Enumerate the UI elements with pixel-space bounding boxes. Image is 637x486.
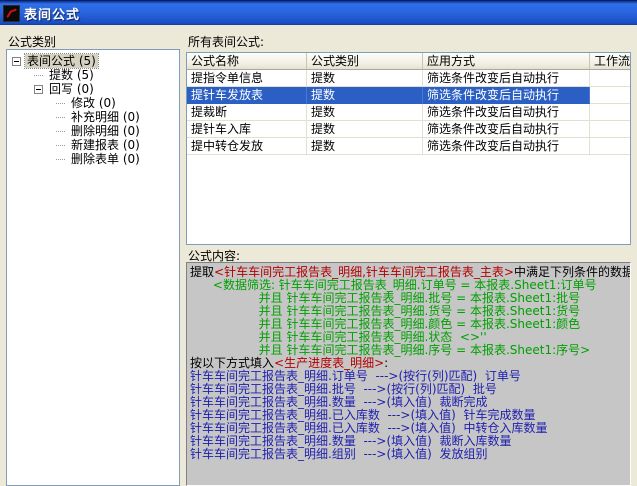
tree-connector <box>56 159 65 160</box>
table-cell <box>590 87 630 104</box>
formula-text-segment: <生产进度表_明细> <box>274 356 384 370</box>
table-cell: 筛选条件改变后自动执行 <box>423 121 590 138</box>
category-panel-label: 公式类别 <box>8 33 56 50</box>
tree-expander-icon[interactable] <box>34 85 43 94</box>
app-icon <box>3 5 20 22</box>
formula-text-segment: 并且 针车车间完工报告表_明细.状态 <>'' <box>190 330 487 344</box>
formula-text-segment: 针车车间完工报告表_明细.批号 --->(按行(列)匹配) 批号 <box>190 382 497 396</box>
formula-text-segment: 并且 针车车间完工报告表_明细.货号 = 本报表.Sheet1:货号 <box>190 304 580 318</box>
table-row[interactable]: 提针车发放表提数筛选条件改变后自动执行 <box>187 87 630 104</box>
table-cell: 提针车发放表 <box>187 87 307 104</box>
tree-connector <box>56 145 65 146</box>
table-cell: 提裁断 <box>187 104 307 121</box>
tree-connector <box>34 75 43 76</box>
column-header[interactable]: 工作流 <box>590 53 630 70</box>
formula-text-segment: 针车车间完工报告表_明细.组别 --->(填入值) 发放组别 <box>190 447 487 461</box>
formula-list-header[interactable]: 公式名称公式类别应用方式工作流 <box>187 53 630 70</box>
table-row[interactable]: 提指令单信息提数筛选条件改变后自动执行 <box>187 70 630 87</box>
table-cell: 筛选条件改变后自动执行 <box>423 87 590 104</box>
table-cell: 提数 <box>307 104 423 121</box>
column-header[interactable]: 公式类别 <box>307 53 423 70</box>
formula-text-segment: 针车车间完工报告表_明细.订单号 --->(按行(列)匹配) 订单号 <box>190 369 521 383</box>
table-cell: 提中转仓发放 <box>187 138 307 155</box>
category-tree[interactable]: 表间公式 (5)提数 (5)回写 (0)修改 (0)补充明细 (0)删除明细 (… <box>6 49 180 486</box>
formula-text-segment: 并且 针车车间完工报告表_明细.批号 = 本报表.Sheet1:批号 <box>190 291 580 305</box>
formula-content-box[interactable]: 提取<针车车间完工报告表_明细,针车车间完工报告表_主表>中满足下列条件的数据:… <box>186 262 631 486</box>
tree-item[interactable]: 回写 (0) <box>7 82 179 96</box>
table-cell: 提数 <box>307 87 423 104</box>
table-row[interactable]: 提中转仓发放提数筛选条件改变后自动执行 <box>187 138 630 155</box>
formula-text-segment: 按以下方式填入 <box>190 356 274 370</box>
tree-connector <box>56 131 65 132</box>
tree-item-label: 补充明细 (0) <box>69 110 142 124</box>
formula-text-segment: 针车车间完工报告表_明细.数量 --->(填入值) 裁断完成 <box>190 395 487 409</box>
tree-item[interactable]: 补充明细 (0) <box>7 110 179 124</box>
tree-item-label: 新建报表 (0) <box>69 138 142 152</box>
column-header[interactable]: 应用方式 <box>423 53 590 70</box>
table-cell: 提数 <box>307 138 423 155</box>
table-cell: 提指令单信息 <box>187 70 307 87</box>
table-cell <box>590 70 630 87</box>
table-cell: 提数 <box>307 70 423 87</box>
table-row[interactable]: 提针车入库提数筛选条件改变后自动执行 <box>187 121 630 138</box>
column-header[interactable]: 公式名称 <box>187 53 307 70</box>
formula-text-line: 针车车间完工报告表_明细.组别 --->(填入值) 发放组别 <box>190 448 628 461</box>
formula-list-label: 所有表间公式: <box>188 33 264 50</box>
table-cell <box>590 138 630 155</box>
formula-text-segment: <数据筛选: 针车车间完工报告表_明细.订单号 = 本报表.Sheet1:订单号 <box>190 278 597 292</box>
tree-item-label: 回写 (0) <box>47 82 96 96</box>
tree-item[interactable]: 新建报表 (0) <box>7 138 179 152</box>
table-cell: 筛选条件改变后自动执行 <box>423 104 590 121</box>
formula-text-segment: 并且 针车车间完工报告表_明细.颜色 = 本报表.Sheet1:颜色 <box>190 317 580 331</box>
formula-text-segment: 提取 <box>190 265 214 279</box>
tree-item[interactable]: 提数 (5) <box>7 68 179 82</box>
tree-item[interactable]: 修改 (0) <box>7 96 179 110</box>
table-cell: 筛选条件改变后自动执行 <box>423 70 590 87</box>
tree-item-label: 删除明细 (0) <box>69 124 142 138</box>
formula-text-segment: 针车车间完工报告表_明细.已入库数 --->(填入值) 针车完成数量 <box>190 408 535 422</box>
title-bar[interactable]: 表间公式 <box>0 0 637 25</box>
formula-text-segment: 中满足下列条件的数据: <box>514 265 631 279</box>
tree-item[interactable]: 表间公式 (5) <box>7 54 179 68</box>
formula-text-segment: : <box>384 356 388 370</box>
table-row[interactable]: 提裁断提数筛选条件改变后自动执行 <box>187 104 630 121</box>
tree-item[interactable]: 删除明细 (0) <box>7 124 179 138</box>
window-title: 表间公式 <box>24 4 80 23</box>
table-cell <box>590 121 630 138</box>
tree-item-label: 修改 (0) <box>69 96 118 110</box>
formula-text-segment: 针车车间完工报告表_明细.数量 --->(填入值) 裁断入库数量 <box>190 434 511 448</box>
tree-expander-icon[interactable] <box>12 57 21 66</box>
table-cell: 提针车入库 <box>187 121 307 138</box>
dialog-window: 表间公式 公式类别 表间公式 (5)提数 (5)回写 (0)修改 (0)补充明细… <box>0 0 637 486</box>
formula-list[interactable]: 公式名称公式类别应用方式工作流 提指令单信息提数筛选条件改变后自动执行提针车发放… <box>186 52 631 245</box>
tree-item-label: 提数 (5) <box>47 68 96 82</box>
formula-text-segment: 并且 针车车间完工报告表_明细.序号 = 本报表.Sheet1:序号> <box>190 343 590 357</box>
table-cell: 筛选条件改变后自动执行 <box>423 138 590 155</box>
table-cell: 提数 <box>307 121 423 138</box>
formula-list-rows: 提指令单信息提数筛选条件改变后自动执行提针车发放表提数筛选条件改变后自动执行提裁… <box>187 70 630 155</box>
tree-item-label: 删除表单 (0) <box>69 152 142 166</box>
tree-item[interactable]: 删除表单 (0) <box>7 152 179 166</box>
formula-text-segment: 针车车间完工报告表_明细.已入库数 --->(填入值) 中转仓入库数量 <box>190 421 547 435</box>
tree-item-label: 表间公式 (5) <box>25 54 98 68</box>
table-cell <box>590 104 630 121</box>
tree-connector <box>56 103 65 104</box>
tree-connector <box>56 117 65 118</box>
formula-text-segment: <针车车间完工报告表_明细,针车车间完工报告表_主表> <box>214 265 514 279</box>
